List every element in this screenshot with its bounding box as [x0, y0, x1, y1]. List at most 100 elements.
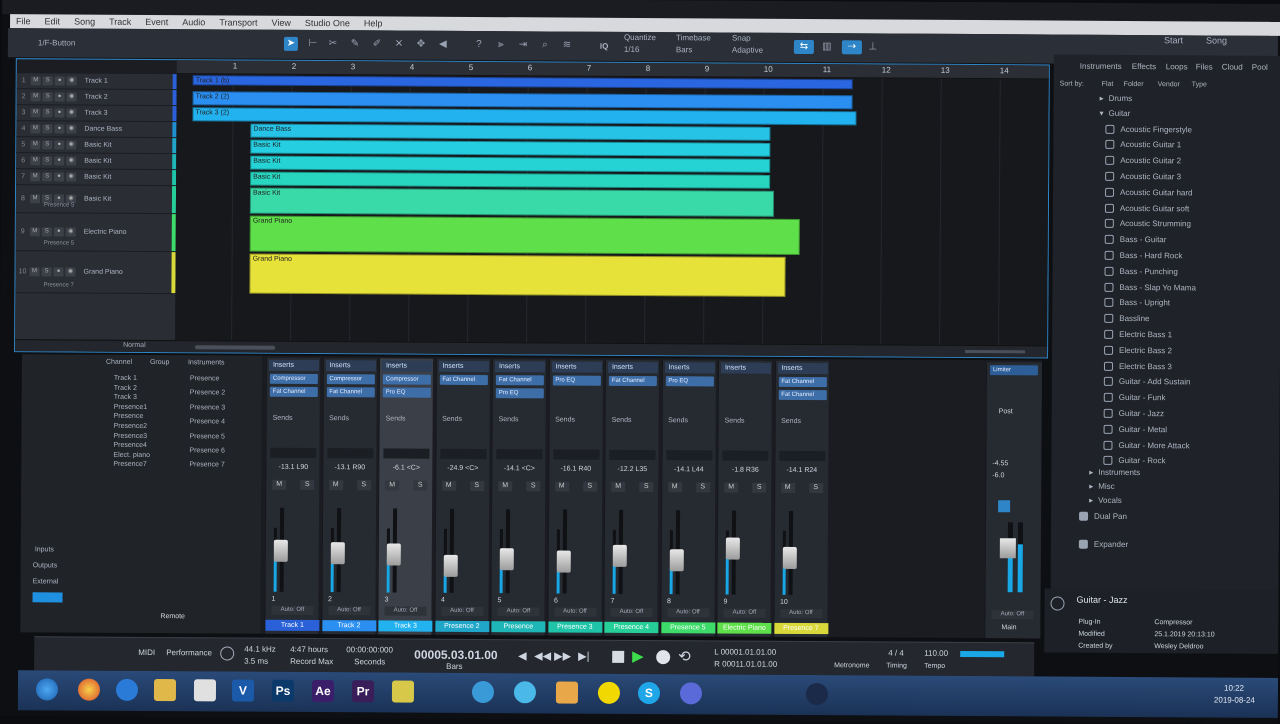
monitor-button[interactable]: ◉ — [66, 124, 77, 134]
volume-fader[interactable] — [612, 544, 627, 567]
automation-mode[interactable]: Auto: Off — [723, 608, 766, 618]
preset-item[interactable]: Electric Bass 1 — [1104, 327, 1172, 341]
preset-item[interactable]: Acoustic Guitar 3 — [1105, 169, 1181, 183]
mute-button[interactable]: M — [498, 481, 513, 492]
bend-tool-icon[interactable]: ✥ — [414, 38, 428, 52]
folder-item[interactable]: ▸ Instruments — [1089, 465, 1140, 479]
listen-tool-icon[interactable]: ◀ — [436, 38, 450, 52]
solo-button[interactable]: S — [695, 482, 710, 493]
preset-item[interactable]: Guitar - Funk — [1103, 390, 1166, 404]
sends-header[interactable]: Sends — [438, 416, 488, 427]
volume-fader[interactable] — [273, 539, 288, 562]
sort-type[interactable]: Type — [1192, 81, 1207, 88]
preset-item[interactable]: Bassline — [1104, 311, 1150, 325]
inserts-header[interactable]: Inserts — [268, 359, 319, 372]
folder-item[interactable]: ▸ Vocals — [1089, 493, 1122, 507]
remote-button[interactable]: Remote — [160, 613, 185, 625]
insert-slot[interactable]: Fat Channel — [778, 376, 827, 388]
main-mute-button[interactable] — [998, 500, 1011, 513]
automation-mode[interactable]: Auto: Off — [271, 605, 314, 616]
insert-slot[interactable]: Pro EQ — [382, 387, 431, 398]
fx-item[interactable]: Dual Pan — [1079, 509, 1127, 523]
sends-header[interactable]: Sends — [269, 415, 319, 426]
track-row[interactable]: 7 M S ● ◉ Basic Kit — [16, 169, 177, 187]
inserts-header[interactable]: Inserts — [494, 361, 545, 373]
mixer-instrument-entry[interactable]: Presence — [190, 375, 220, 387]
audio-event[interactable]: Grand Piano — [249, 253, 786, 297]
audio-event[interactable]: Grand Piano — [249, 215, 800, 255]
sends-header[interactable]: Sends — [664, 417, 714, 428]
record-arm-button[interactable]: ● — [54, 76, 65, 86]
volume-fader[interactable] — [725, 537, 740, 560]
preset-item[interactable]: Electric Bass 2 — [1104, 343, 1172, 357]
mixer-instrument-entry[interactable]: Presence 2 — [190, 390, 225, 402]
folder-guitar[interactable]: ▾ Guitar — [1099, 106, 1130, 120]
mute-button[interactable]: M — [30, 76, 41, 86]
menu-help[interactable]: Help — [364, 18, 383, 28]
record-button[interactable] — [656, 650, 671, 665]
preset-item[interactable]: Acoustic Guitar 2 — [1105, 153, 1181, 167]
solo-button[interactable]: S — [526, 481, 541, 492]
track-row[interactable]: 3 M S ● ◉ Track 3 — [16, 105, 177, 123]
track-row[interactable]: 6 M S ● ◉ Basic Kit — [16, 153, 177, 171]
preset-item[interactable]: Guitar - Jazz — [1103, 406, 1164, 420]
insert-slot[interactable]: Compressor — [326, 374, 375, 385]
chat-app-icon[interactable] — [597, 681, 621, 704]
preset-item[interactable]: Electric Bass 3 — [1103, 359, 1172, 373]
solo-button[interactable]: S — [808, 483, 823, 494]
inserts-header[interactable]: Inserts — [720, 362, 771, 374]
audio-event[interactable]: Basic Kit — [250, 139, 771, 157]
view-mode[interactable]: Normal — [123, 342, 146, 349]
skype-icon[interactable]: S — [637, 681, 661, 705]
volume-fader[interactable] — [669, 548, 684, 571]
timing-value[interactable]: 4 / 4 — [888, 649, 904, 658]
mute-button[interactable]: M — [554, 481, 569, 492]
solo-button[interactable]: S — [42, 108, 53, 118]
track-row[interactable]: 9 M S ● ◉ Electric Piano Presence 5 — [15, 213, 176, 253]
sort-folder[interactable]: Folder — [1124, 81, 1144, 88]
mute-button[interactable]: M — [724, 482, 739, 493]
mixer-channel-entry[interactable]: Presence7 — [113, 461, 147, 473]
mute-button[interactable]: M — [29, 267, 40, 277]
main-insert-slot[interactable]: Limiter — [989, 365, 1038, 376]
inserts-header[interactable]: Inserts — [438, 360, 489, 373]
inserts-header[interactable]: Inserts — [607, 361, 658, 374]
inserts-header[interactable]: Inserts — [381, 360, 432, 372]
pan-control[interactable] — [496, 449, 543, 460]
folder-icon[interactable] — [153, 679, 177, 702]
grid-icon[interactable]: ▥ — [820, 40, 834, 54]
preset-item[interactable]: Acoustic Guitar soft — [1104, 201, 1189, 216]
mute-button[interactable]: M — [780, 482, 795, 493]
sends-header[interactable]: Sends — [325, 415, 375, 426]
zoom-slider[interactable] — [965, 349, 1026, 354]
solo-button[interactable]: S — [42, 76, 53, 86]
solo-button[interactable]: S — [469, 480, 484, 492]
solo-button[interactable]: S — [42, 172, 53, 182]
record-arm-button[interactable]: ● — [53, 267, 64, 277]
inputs-label[interactable]: Inputs — [35, 546, 54, 558]
menu-transport[interactable]: Transport — [219, 17, 257, 27]
volume-fader[interactable] — [386, 543, 401, 566]
premiere-icon[interactable]: Pr — [351, 680, 375, 703]
mixer-instrument-entry[interactable]: Presence 7 — [189, 462, 224, 474]
rewind-icon[interactable]: ◀◀ — [534, 649, 551, 662]
monitor-button[interactable]: ◉ — [66, 92, 77, 102]
mute-button[interactable]: M — [29, 194, 41, 204]
photoshop-icon[interactable]: Ps — [271, 679, 295, 702]
record-arm-button[interactable]: ● — [54, 92, 65, 102]
record-arm-button[interactable]: ● — [54, 124, 65, 134]
timebase-value[interactable]: Bars — [676, 45, 693, 54]
menu-event[interactable]: Event — [145, 17, 168, 27]
zoom-icon[interactable]: ⌕ — [538, 38, 552, 52]
monitor-button[interactable]: ◉ — [65, 267, 76, 277]
record-arm-button[interactable]: ● — [54, 140, 65, 150]
automation-mode[interactable]: Auto: Off — [610, 607, 653, 618]
eraser-tool-icon[interactable]: ✎ — [348, 37, 362, 51]
sends-header[interactable]: Sends — [495, 416, 545, 427]
mixer-instrument-entry[interactable]: Presence 3 — [190, 404, 225, 416]
audio-event[interactable]: Basic Kit — [250, 155, 771, 173]
insert-slot[interactable]: Pro EQ — [495, 388, 544, 399]
preset-item[interactable]: Acoustic Guitar hard — [1105, 185, 1193, 200]
track-instrument[interactable]: Presence 5 — [44, 240, 74, 246]
menu-audio[interactable]: Audio — [182, 17, 205, 27]
